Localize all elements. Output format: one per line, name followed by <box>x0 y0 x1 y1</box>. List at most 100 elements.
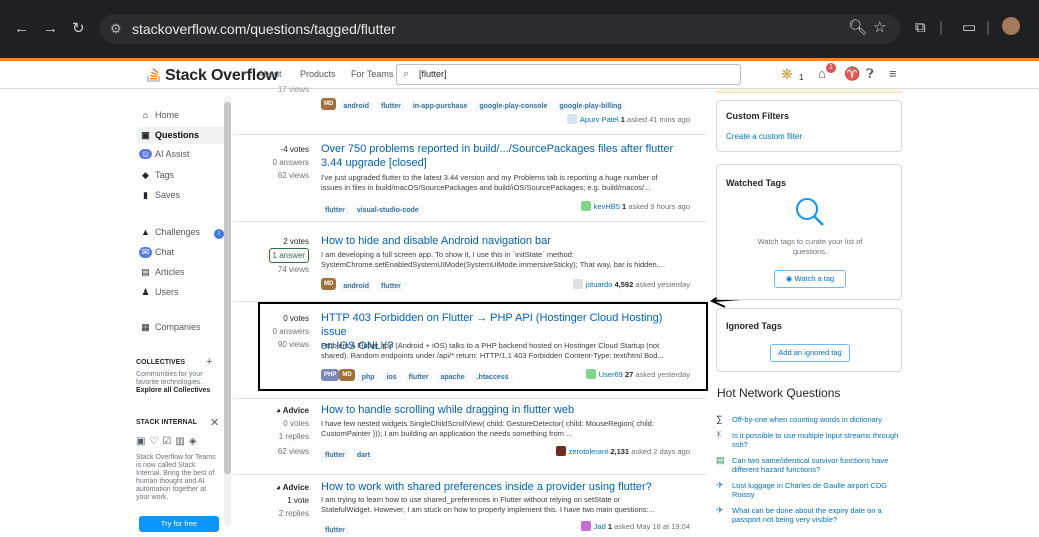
zoom-icon[interactable]: 🔍︎ <box>848 20 867 36</box>
tag[interactable]: flutter <box>377 101 405 112</box>
sidebar-item-challenges[interactable]: ▲ Challenges i <box>139 227 225 239</box>
author-name[interactable]: jstuardo <box>586 280 613 289</box>
travel-site-icon: ✈ <box>716 505 724 515</box>
hot-question-link[interactable]: ✈ What can be done about the expiry date … <box>716 505 901 525</box>
site-switcher-icon[interactable]: ≡ <box>889 67 897 81</box>
question-title-line: How to handle scrolling while dragging i… <box>321 404 575 416</box>
add-collective-icon[interactable]: + <box>206 356 212 368</box>
nav-products[interactable]: Products <box>300 69 336 79</box>
extensions-icon[interactable]: ⧉ <box>915 20 926 36</box>
toolbar-divider: | <box>986 19 990 36</box>
question-author: Apurv Patel 1 asked 41 mins ago <box>566 114 690 124</box>
try-for-free-button[interactable]: Try for free <box>139 516 219 532</box>
vote-count: 0 votes <box>283 419 309 428</box>
achievements-badge-icon[interactable]: ❋ <box>781 67 793 81</box>
question-title-link[interactable]: How to hide and disable Android navigati… <box>321 234 691 248</box>
scrollbar-thumb[interactable] <box>224 102 231 474</box>
tag[interactable]: flutter <box>321 205 349 216</box>
tag[interactable]: flutter <box>321 450 349 461</box>
author-reputation: 1 <box>620 115 625 124</box>
tag[interactable]: in-app-purchase <box>408 101 472 112</box>
address-bar[interactable]: ⚙ stackoverflow.com/questions/tagged/flu… <box>100 14 900 44</box>
collective-badge: MD <box>321 97 337 110</box>
achievements-icon[interactable]: ♈ <box>844 67 860 81</box>
forward-icon[interactable]: → <box>43 21 58 37</box>
inbox-icon[interactable]: ⌂ <box>818 67 826 81</box>
nav-for-teams[interactable]: For Teams <box>351 69 393 79</box>
author-name[interactable]: Jad <box>594 522 606 531</box>
avatar[interactable] <box>555 446 566 456</box>
sidebar-item-companies[interactable]: ▦ Companies <box>139 322 201 333</box>
question-title-link[interactable]: Over 750 problems reported in build/.../… <box>321 142 691 170</box>
tag-icon: ◆ <box>142 170 149 180</box>
sidebar-item-questions[interactable]: ▣ Questions <box>137 127 229 144</box>
watched-tags-description: Watch tags to curate your list of questi… <box>717 237 903 257</box>
author-reputation: 2,131 <box>610 447 630 456</box>
author-name[interactable]: Apurv Patel <box>580 115 619 124</box>
explore-collectives-link[interactable]: Explore all Collectives <box>136 387 210 394</box>
advice-text: Advice <box>282 483 309 492</box>
author-name[interactable]: kevHB5 <box>594 202 620 211</box>
hot-question-link[interactable]: ∑ Off-by-one when counting words in dicti… <box>716 415 901 425</box>
users-icon: ♟ <box>141 287 150 297</box>
question-title-link[interactable]: How to work with shared preferences insi… <box>321 480 691 494</box>
hot-question-link[interactable]: ᛡ Is it possible to use multiple input st… <box>716 431 901 450</box>
close-icon[interactable]: ✕ <box>210 416 219 429</box>
search-input[interactable]: ⌕ [flutter] <box>396 64 741 85</box>
chat-icon: ✉ <box>139 247 152 258</box>
nav-about[interactable]: About <box>258 69 282 79</box>
sidebar-item-ai-assist[interactable]: ☺ AI Assist <box>139 149 190 159</box>
stack-internal-text: human thought and AI <box>136 478 205 485</box>
tag[interactable]: dart <box>352 450 375 461</box>
sidebar-item-label: Challenges <box>155 227 201 237</box>
sidebar-scrollbar[interactable] <box>224 96 231 526</box>
advice-icon: ◕ <box>276 406 283 415</box>
advice-label: ◕ Advice <box>251 481 309 494</box>
question-title-link[interactable]: How to handle scrolling while dragging i… <box>321 403 691 417</box>
tag[interactable]: android <box>339 281 374 292</box>
reply-count: 2 replies <box>278 509 309 518</box>
reading-list-icon[interactable]: ▭ <box>962 20 976 36</box>
excerpt-line: I am developing a full screen app. To sh… <box>321 250 574 259</box>
author-reputation: 1 <box>622 202 627 211</box>
site-header: Stack Overflow About Products For Teams … <box>0 58 1039 89</box>
profile-avatar-icon[interactable] <box>1002 17 1020 35</box>
sidebar-item-home[interactable]: ⌂ Home <box>139 110 179 120</box>
hot-question-link[interactable]: ▤ Can two same/identical survivor functio… <box>716 456 901 475</box>
sidebar-item-label: Companies <box>155 322 201 332</box>
bookmark-star-icon[interactable]: ☆ <box>873 20 886 36</box>
avatar[interactable] <box>566 114 577 124</box>
create-filter-link[interactable]: Create a custom filter <box>726 132 802 141</box>
author-name[interactable]: zerotolerant <box>569 447 609 456</box>
questions-icon: ▣ <box>141 130 150 140</box>
tag[interactable]: android <box>339 101 374 112</box>
avatar[interactable] <box>580 521 591 531</box>
avatar[interactable] <box>572 279 583 289</box>
back-icon[interactable]: ← <box>14 21 29 37</box>
sidebar-item-saves[interactable]: ▮ Saves <box>139 190 180 201</box>
author-reputation: 4,592 <box>614 280 634 289</box>
hot-question-link[interactable]: ✈ Lost luggage in Charles de Gaulle airpo… <box>716 481 901 500</box>
tag[interactable]: google-play-console <box>475 101 552 112</box>
tag[interactable]: google-play-billing <box>555 101 626 112</box>
sidebar-item-users[interactable]: ♟ Users <box>139 287 178 298</box>
watch-tag-button[interactable]: ◉ Watch a tag <box>774 270 846 288</box>
tag[interactable]: flutter <box>321 525 349 536</box>
reload-icon[interactable]: ↻ <box>72 21 85 37</box>
sidebar-item-tags[interactable]: ◆ Tags <box>139 170 174 181</box>
site-info-icon[interactable]: ⚙ <box>110 14 122 44</box>
article-icon: ▤ <box>141 267 150 277</box>
help-icon[interactable]: ❓︎ <box>866 67 874 81</box>
tag[interactable]: visual-studio-code <box>352 205 423 216</box>
sidebar-item-chat[interactable]: ✉ Chat <box>139 247 174 258</box>
question-author: zerotolerant 2,131 asked 2 days ago <box>555 446 690 456</box>
question-title-line: How to hide and disable Android navigati… <box>321 235 551 247</box>
add-ignored-tag-button[interactable]: Add an ignored tag <box>770 344 850 362</box>
tag[interactable]: flutter <box>377 281 405 292</box>
ignored-tags-title: Ignored Tags <box>726 321 782 331</box>
sidebar-item-label: Articles <box>155 267 185 277</box>
avatar[interactable] <box>580 201 591 211</box>
toolbar-divider: | <box>939 19 943 36</box>
stack-internal-text: is now called Stack <box>136 462 196 469</box>
sidebar-item-articles[interactable]: ▤ Articles <box>139 267 185 278</box>
